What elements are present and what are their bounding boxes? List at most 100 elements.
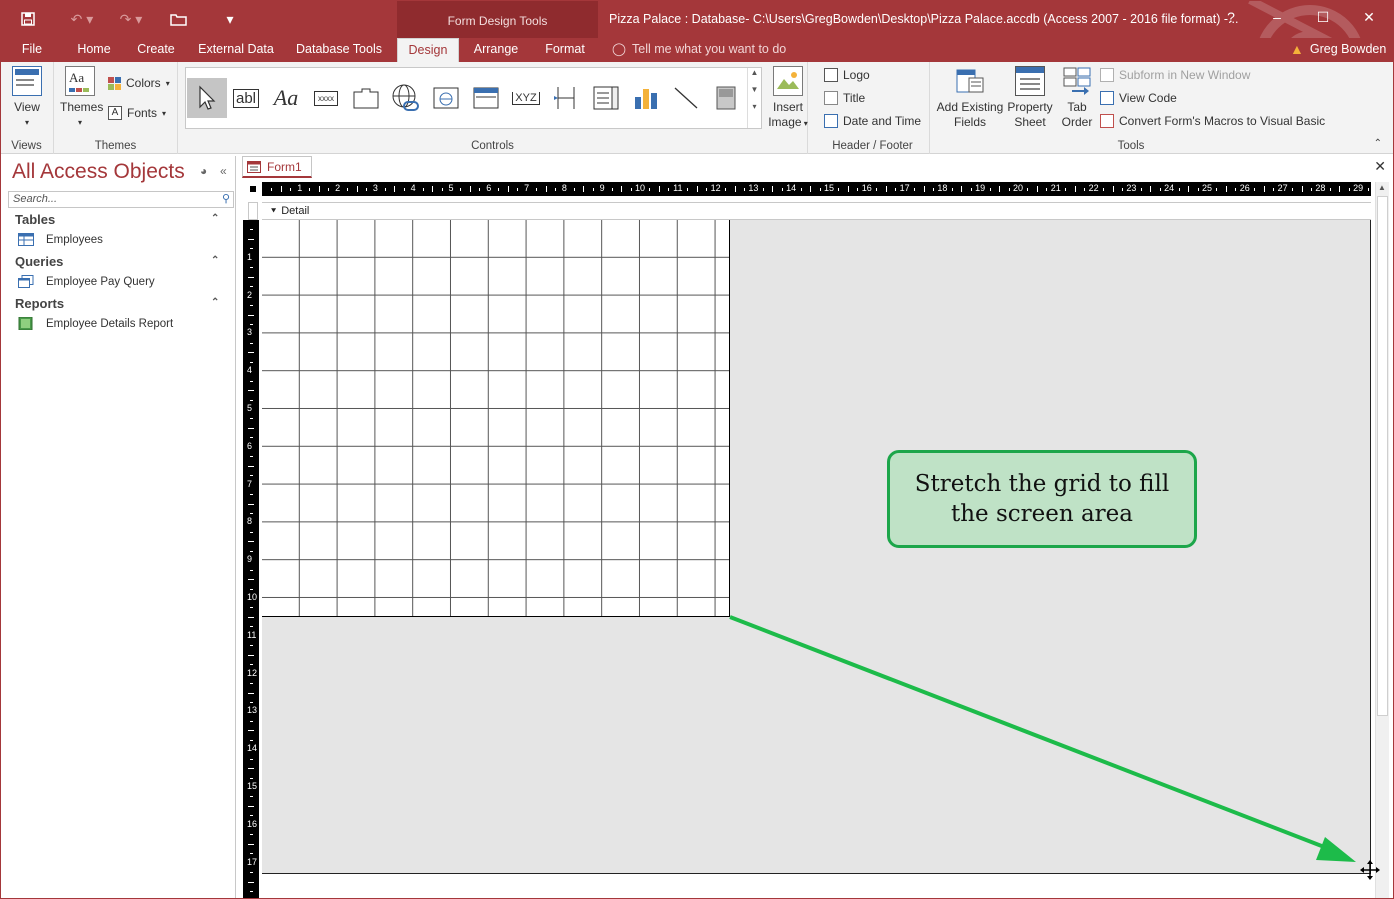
redo-icon[interactable]: ↷ ▾ — [108, 0, 154, 38]
button-control-icon[interactable]: xxxx — [308, 80, 344, 116]
tab-design[interactable]: Design — [397, 38, 459, 62]
nav-section-tables[interactable]: Tables ⌃ — [15, 212, 219, 227]
textbox-control-icon[interactable]: abl — [228, 80, 264, 116]
ruler-tick — [250, 229, 253, 231]
tab-home[interactable]: Home — [64, 38, 124, 62]
insert-label-1: Insert — [772, 100, 803, 114]
detail-section-bar[interactable]: ⯆ Detail — [262, 202, 1371, 220]
ruler-tick — [1254, 188, 1256, 191]
date-time-button[interactable]: Date and Time — [824, 114, 921, 128]
option-group-icon[interactable]: XYZ — [508, 80, 544, 116]
toggle-button-icon[interactable] — [708, 80, 744, 116]
collapse-icon[interactable]: ⌃ — [211, 255, 219, 266]
help-button[interactable]: ? — [1208, 0, 1254, 34]
ruler-tick — [250, 607, 253, 609]
views-group-label: Views — [11, 140, 42, 152]
nav-item-employees[interactable]: Employees — [18, 233, 103, 246]
ruler-tick — [248, 276, 254, 278]
ruler-number: 25 — [1201, 183, 1213, 193]
page-break-icon[interactable] — [548, 80, 584, 116]
hyperlink-control-icon[interactable] — [388, 80, 424, 116]
ruler-tick — [706, 188, 708, 191]
subform-new-window-button[interactable]: Subform in New Window — [1100, 68, 1250, 82]
tab-order-label: Tab Order — [1061, 100, 1093, 129]
collapse-icon[interactable]: ⌃ — [211, 297, 219, 308]
web-browser-control-icon[interactable] — [428, 80, 464, 116]
collapse-ribbon-icon[interactable]: ⌃ — [1374, 138, 1382, 149]
vertical-ruler[interactable]: 1 2 3 4 5 6 7 8 9 10 11 12 13 14 15 16 17 — [243, 220, 259, 899]
customize-toolbar-icon[interactable]: ▾ — [204, 0, 256, 38]
user-account[interactable]: ▲ Greg Bowden — [1290, 41, 1386, 57]
themes-button[interactable]: Aa Themes ▾ — [60, 66, 103, 130]
combo-box-icon[interactable] — [588, 80, 624, 116]
ruler-tick — [248, 465, 254, 467]
ruler-tick — [554, 188, 556, 191]
ruler-tick — [460, 188, 462, 191]
fonts-label: Fonts — [127, 106, 158, 120]
ruler-tick — [1235, 188, 1237, 191]
themes-dropdown-icon: ▾ — [77, 118, 82, 127]
minimize-button[interactable]: – — [1254, 0, 1300, 34]
themes-group-label: Themes — [94, 140, 137, 152]
navigation-control-icon[interactable] — [468, 80, 504, 116]
report-icon — [18, 317, 33, 330]
horizontal-ruler[interactable]: 1 2 3 4 5 6 7 8 9 10 11 12 13 14 15 16 17 18 19 20 21 22 23 24 2… — [262, 182, 1388, 196]
tell-me-box[interactable]: ◯ Tell me what you want to do — [612, 41, 787, 57]
logo-button[interactable]: Logo — [824, 68, 870, 82]
colors-button[interactable]: Colors ▾ — [108, 76, 170, 90]
tab-external-data[interactable]: External Data — [188, 38, 284, 62]
nav-pane-title[interactable]: All Access Objects — [12, 160, 185, 184]
ruler-tick — [479, 188, 481, 191]
line-control-icon[interactable] — [668, 80, 704, 116]
chart-control-icon[interactable] — [628, 80, 664, 116]
nav-section-reports[interactable]: Reports ⌃ — [15, 296, 219, 311]
ruler-tick — [999, 186, 1001, 192]
search-icon[interactable]: ⚲ — [222, 192, 230, 207]
view-button[interactable]: View ▾ — [8, 66, 46, 130]
form-grid[interactable] — [262, 220, 730, 617]
title-button[interactable]: Title — [824, 91, 865, 105]
fonts-button[interactable]: A Fonts ▾ — [108, 106, 166, 120]
fonts-icon: A — [108, 106, 122, 120]
ruler-number: 17 — [899, 183, 910, 193]
vertical-scrollbar[interactable]: ▲ — [1375, 182, 1389, 899]
view-code-button[interactable]: View Code — [1100, 91, 1177, 105]
insert-image-button[interactable]: Insert Image ▾ — [764, 66, 812, 131]
tab-order-button[interactable]: Tab Order — [1058, 66, 1096, 130]
label-control-icon[interactable]: Aa — [268, 80, 304, 116]
ruler-tick — [250, 550, 253, 552]
document-tab-form1[interactable]: Form1 — [242, 156, 312, 178]
gallery-scroll[interactable]: ▲ ▼ ▾ — [747, 68, 761, 128]
subform-icon — [1100, 68, 1114, 82]
property-sheet-button[interactable]: Property Sheet — [1004, 66, 1056, 130]
ruler-tick — [649, 188, 651, 191]
save-icon[interactable] — [0, 0, 56, 38]
nav-section-queries[interactable]: Queries ⌃ — [15, 254, 219, 269]
select-pointer-icon[interactable] — [187, 78, 227, 118]
nav-search-input[interactable]: Search... ⚲ — [8, 191, 234, 208]
close-document-icon[interactable]: ✕ — [1374, 158, 1386, 175]
ruler-tick — [250, 399, 253, 401]
tab-arrange[interactable]: Arrange — [462, 38, 530, 62]
maximize-button[interactable]: ☐ — [1300, 0, 1346, 34]
tab-control-icon[interactable] — [348, 80, 384, 116]
tools-group: Add Existing Fields Property Sheet Tab O… — [930, 62, 1332, 154]
nav-item-employee-details-report[interactable]: Employee Details Report — [18, 317, 173, 330]
nav-menu-icon[interactable]: ◕ — [200, 164, 207, 178]
tab-database-tools[interactable]: Database Tools — [284, 38, 394, 62]
collapse-icon[interactable]: ⌃ — [211, 213, 219, 224]
section-selector[interactable] — [248, 202, 258, 220]
form-selector[interactable] — [248, 182, 258, 196]
scroll-thumb[interactable] — [1377, 196, 1388, 716]
open-folder-icon[interactable] — [154, 0, 204, 38]
nav-item-employee-pay-query[interactable]: Employee Pay Query — [18, 275, 155, 288]
close-button[interactable]: ✕ — [1346, 0, 1392, 34]
tell-me-text: Tell me what you want to do — [632, 41, 787, 56]
tab-format[interactable]: Format — [534, 38, 596, 62]
tab-file[interactable]: File — [0, 38, 64, 62]
tab-create[interactable]: Create — [124, 38, 188, 62]
convert-macros-button[interactable]: Convert Form's Macros to Visual Basic — [1100, 114, 1325, 128]
shutter-bar-close-icon[interactable]: « — [220, 164, 227, 178]
undo-icon[interactable]: ↶ ▾ — [56, 0, 108, 38]
add-existing-fields-button[interactable]: Add Existing Fields — [934, 66, 1006, 130]
